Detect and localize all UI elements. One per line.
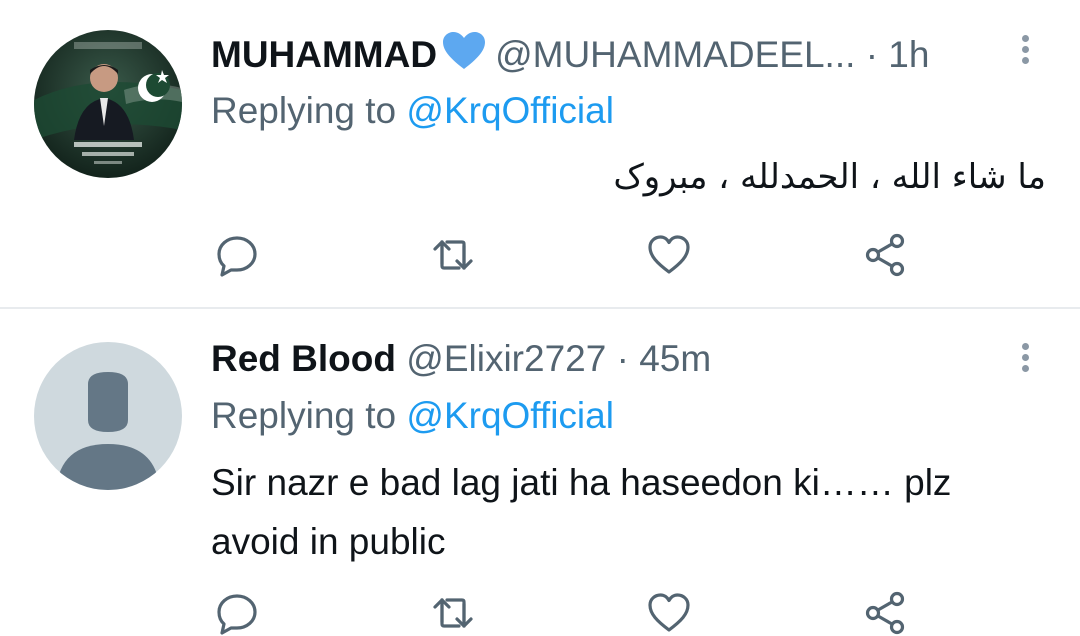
tweet[interactable]: MUHAMMAD @MUHAMMADEEL... · 1h Replying to… [0, 0, 1080, 308]
retweet-icon[interactable] [430, 590, 476, 636]
tweet-actions [0, 590, 1080, 636]
tweet-header: Red Blood @Elixir2727 · 45m [211, 336, 711, 382]
more-options-icon[interactable] [1016, 32, 1034, 72]
like-icon[interactable] [646, 590, 692, 636]
mention-link[interactable]: @KrqOfficial [406, 90, 614, 131]
reply-icon[interactable] [214, 590, 260, 636]
like-icon[interactable] [646, 232, 692, 278]
retweet-icon[interactable] [430, 232, 476, 278]
separator-dot: · [616, 338, 629, 379]
display-name[interactable]: Red Blood [211, 338, 396, 379]
handle[interactable]: @MUHAMMADEEL... [495, 34, 855, 75]
separator-dot: · [865, 34, 879, 75]
display-name[interactable]: MUHAMMAD [211, 34, 437, 75]
avatar[interactable] [34, 342, 182, 490]
replying-to-label: Replying to [211, 395, 397, 436]
tweet-text: ما شاء الله ، الحمدلله ، مبروک [613, 157, 1046, 197]
more-options-icon[interactable] [1016, 340, 1034, 380]
blue-heart-icon [441, 31, 487, 82]
replying-to-label: Replying to [211, 90, 397, 131]
tweet[interactable]: Red Blood @Elixir2727 · 45m Replying to … [0, 309, 1080, 635]
share-icon[interactable] [862, 232, 908, 278]
avatar[interactable] [34, 30, 182, 178]
share-icon[interactable] [862, 590, 908, 636]
reply-icon[interactable] [214, 232, 260, 278]
replying-to: Replying to @KrqOfficial [211, 393, 614, 439]
tweet-actions [0, 232, 1080, 278]
replying-to: Replying to @KrqOfficial [211, 88, 614, 134]
timestamp[interactable]: 1h [888, 34, 929, 75]
handle[interactable]: @Elixir2727 [406, 338, 606, 379]
tweet-text: Sir nazr e bad lag jati ha haseedon ki……… [211, 462, 952, 562]
tweet-header: MUHAMMAD @MUHAMMADEEL... · 1h [211, 31, 929, 82]
mention-link[interactable]: @KrqOfficial [406, 395, 614, 436]
timestamp[interactable]: 45m [639, 338, 711, 379]
